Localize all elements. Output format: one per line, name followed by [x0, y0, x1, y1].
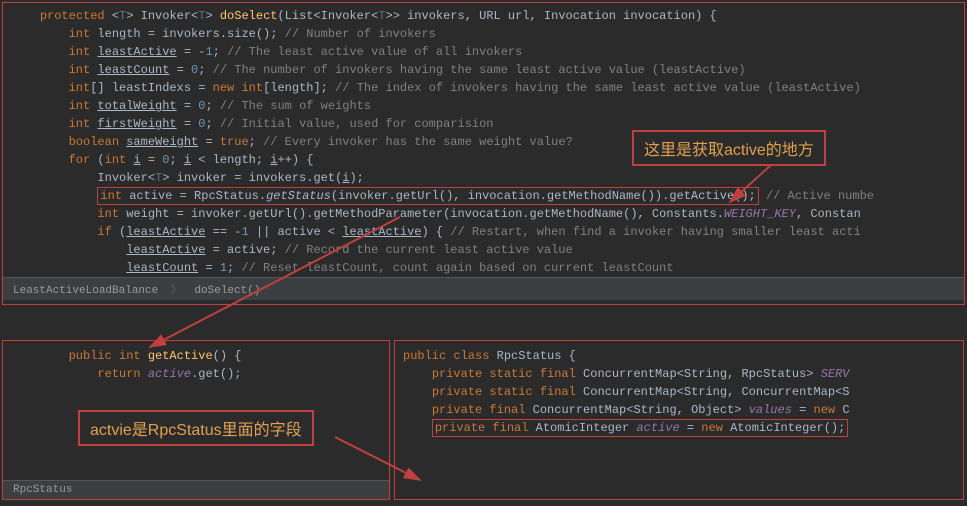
code-line[interactable]: private static final ConcurrentMap<Strin…: [395, 383, 963, 401]
code-line[interactable]: leastCount = 1; // Reset leastCount, cou…: [3, 259, 964, 277]
highlight-box: int active = RpcStatus.getStatus(invoker…: [97, 187, 758, 205]
code-line[interactable]: if (leastActive == -1 || active < leastA…: [3, 223, 964, 241]
code-line[interactable]: private static final ConcurrentMap<Strin…: [395, 365, 963, 383]
code-line[interactable]: int totalWeight = 0; // The sum of weigh…: [3, 97, 964, 115]
code-line[interactable]: protected <T> Invoker<T> doSelect(List<I…: [3, 7, 964, 25]
breadcrumb[interactable]: LeastActiveLoadBalance 〉 doSelect(): [3, 277, 964, 300]
code-line[interactable]: int weight = invoker.getUrl().getMethodP…: [3, 205, 964, 223]
code-line[interactable]: public class RpcStatus {: [395, 347, 963, 365]
breadcrumb-item[interactable]: RpcStatus: [13, 484, 72, 496]
code-line[interactable]: int active = RpcStatus.getStatus(invoker…: [3, 187, 964, 205]
highlight-box: private final AtomicInteger active = new…: [432, 419, 849, 437]
breadcrumb-item[interactable]: doSelect(): [194, 285, 260, 297]
code-line[interactable]: int leastCount = 0; // The number of inv…: [3, 61, 964, 79]
breadcrumb-item[interactable]: LeastActiveLoadBalance: [13, 285, 158, 297]
code-line[interactable]: public int getActive() {: [3, 347, 389, 365]
annotation-label: actvie是RpcStatus里面的字段: [78, 410, 314, 446]
chevron-right-icon: 〉: [171, 285, 182, 297]
annotation-label: 这里是获取active的地方: [632, 130, 826, 166]
code-line[interactable]: Invoker<T> invoker = invokers.get(i);: [3, 169, 964, 187]
code-line[interactable]: int leastActive = -1; // The least activ…: [3, 43, 964, 61]
breadcrumb[interactable]: RpcStatus: [3, 480, 389, 499]
code-line[interactable]: int length = invokers.size(); // Number …: [3, 25, 964, 43]
code-block[interactable]: public int getActive() { return active.g…: [3, 341, 389, 383]
code-line[interactable]: int[] leastIndexs = new int[length]; // …: [3, 79, 964, 97]
code-line[interactable]: private final AtomicInteger active = new…: [395, 419, 963, 437]
code-panel-bottom-right: public class RpcStatus { private static …: [394, 340, 964, 500]
code-block[interactable]: public class RpcStatus { private static …: [395, 341, 963, 437]
code-line[interactable]: private final ConcurrentMap<String, Obje…: [395, 401, 963, 419]
code-line[interactable]: leastActive = active; // Record the curr…: [3, 241, 964, 259]
code-line[interactable]: return active.get();: [3, 365, 389, 383]
